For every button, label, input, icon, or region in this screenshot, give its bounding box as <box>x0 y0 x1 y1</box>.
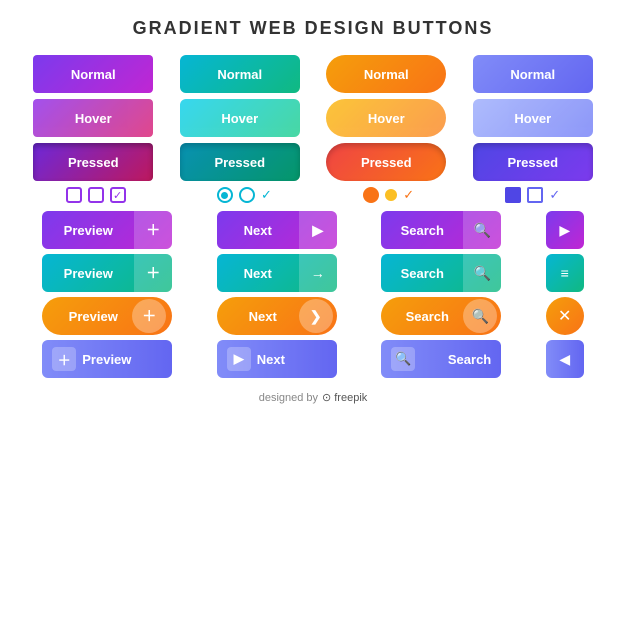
blue-checks: ✓ <box>505 187 560 203</box>
orange-dot-small[interactable] <box>385 189 397 201</box>
purple-checkbox-empty[interactable] <box>66 187 82 203</box>
back-icon-btn-blue[interactable]: ◀ <box>546 340 584 378</box>
btn-teal-pressed[interactable]: Pressed <box>180 143 300 181</box>
action-row-4: ＋ Preview ▶ Next 🔍 Search ◀ <box>20 340 606 378</box>
action-row-3: Preview ＋ Next ❯ Search 🔍 ✕ <box>20 297 606 335</box>
plus-icon-4: ＋ <box>52 347 76 371</box>
action-row-2: Preview ＋ Next → Search 🔍 ≡ <box>20 254 606 292</box>
search-icon-1: 🔍 <box>463 211 501 249</box>
preview-button-orange[interactable]: Preview ＋ <box>42 297 172 335</box>
checkbox-row: ✓ ✓ ✓ ✓ <box>20 187 606 203</box>
next-button-orange[interactable]: Next ❯ <box>217 297 337 335</box>
action-row-1: Preview ＋ Next ▶ Search 🔍 ▶ <box>20 211 606 249</box>
teal-checkmark[interactable]: ✓ <box>261 187 272 203</box>
preview-label-1: Preview <box>42 223 134 238</box>
search-button-purple[interactable]: Search 🔍 <box>381 211 501 249</box>
btn-orange-hover[interactable]: Hover <box>326 99 446 137</box>
search-icon-4: 🔍 <box>391 347 415 371</box>
back-icon: ◀ <box>559 351 570 368</box>
menu-icon: ≡ <box>561 265 569 281</box>
plus-icon-2: ＋ <box>134 254 172 292</box>
footer: designed by ⊙ freepik <box>259 391 368 404</box>
search-label-4: Search <box>448 352 491 367</box>
blue-square-filled[interactable] <box>505 187 521 203</box>
next-label-3: Next <box>227 309 299 324</box>
normal-row: Normal Normal Normal Normal <box>20 55 606 93</box>
teal-checks: ✓ <box>217 187 272 203</box>
search-button-orange[interactable]: Search 🔍 <box>381 297 501 335</box>
play-icon-btn-purple[interactable]: ▶ <box>546 211 584 249</box>
next-label-1: Next <box>217 223 299 238</box>
next-label-4: Next <box>257 352 285 367</box>
search-button-teal[interactable]: Search 🔍 <box>381 254 501 292</box>
orange-checkmark[interactable]: ✓ <box>403 187 414 203</box>
page-title: GRADIENT WEB DESIGN BUTTONS <box>133 18 494 39</box>
search-icon-2: 🔍 <box>463 254 501 292</box>
search-button-flat[interactable]: 🔍 Search <box>381 340 501 378</box>
menu-icon-btn-teal[interactable]: ≡ <box>546 254 584 292</box>
next-button-purple[interactable]: Next ▶ <box>217 211 337 249</box>
search-label-1: Search <box>381 223 463 238</box>
hover-row: Hover Hover Hover Hover <box>20 99 606 137</box>
btn-teal-hover[interactable]: Hover <box>180 99 300 137</box>
btn-orange-pressed[interactable]: Pressed <box>326 143 446 181</box>
search-label-2: Search <box>381 266 463 281</box>
orange-checks: ✓ <box>363 187 414 203</box>
close-icon-btn-orange[interactable]: ✕ <box>546 297 584 335</box>
next-button-flat[interactable]: ▶ Next <box>217 340 337 378</box>
play-icon-solo: ▶ <box>559 222 570 239</box>
btn-purple-pressed[interactable]: Pressed <box>33 143 153 181</box>
btn-purple-normal[interactable]: Normal <box>33 55 153 93</box>
search-icon-3: 🔍 <box>463 299 497 333</box>
btn-teal-normal[interactable]: Normal <box>180 55 300 93</box>
preview-label-2: Preview <box>42 266 134 281</box>
btn-indigo-hover[interactable]: Hover <box>473 99 593 137</box>
btn-orange-normal[interactable]: Normal <box>326 55 446 93</box>
purple-checks: ✓ <box>66 187 126 203</box>
next-label-2: Next <box>217 266 299 281</box>
freepik-icon: ⊙ <box>322 391 331 404</box>
teal-radio-empty[interactable] <box>239 187 255 203</box>
preview-button-teal[interactable]: Preview ＋ <box>42 254 172 292</box>
play-icon-1: ▶ <box>299 211 337 249</box>
btn-indigo-normal[interactable]: Normal <box>473 55 593 93</box>
next-button-teal[interactable]: Next → <box>217 254 337 292</box>
preview-button-flat[interactable]: ＋ Preview <box>42 340 172 378</box>
plus-icon-1: ＋ <box>134 211 172 249</box>
purple-checkbox-empty2[interactable] <box>88 187 104 203</box>
teal-radio-filled[interactable] <box>217 187 233 203</box>
blue-checkmark[interactable]: ✓ <box>549 187 560 203</box>
blue-square-empty[interactable] <box>527 187 543 203</box>
btn-purple-hover[interactable]: Hover <box>33 99 153 137</box>
search-label-3: Search <box>391 309 463 324</box>
freepik-brand: freepik <box>334 392 367 404</box>
chevron-icon-3: ❯ <box>299 299 333 333</box>
btn-indigo-pressed[interactable]: Pressed <box>473 143 593 181</box>
preview-button-purple[interactable]: Preview ＋ <box>42 211 172 249</box>
play-icon-4: ▶ <box>227 347 251 371</box>
plus-icon-3: ＋ <box>132 299 166 333</box>
freepik-logo: ⊙ freepik <box>322 391 367 404</box>
orange-dot-filled[interactable] <box>363 187 379 203</box>
footer-text: designed by <box>259 392 318 404</box>
close-icon: ✕ <box>558 306 571 326</box>
preview-label-3: Preview <box>54 309 132 324</box>
preview-label-4: Preview <box>82 352 131 367</box>
arrow-icon-2: → <box>299 254 337 292</box>
pressed-row: Pressed Pressed Pressed Pressed <box>20 143 606 181</box>
purple-checkbox-checked[interactable]: ✓ <box>110 187 126 203</box>
